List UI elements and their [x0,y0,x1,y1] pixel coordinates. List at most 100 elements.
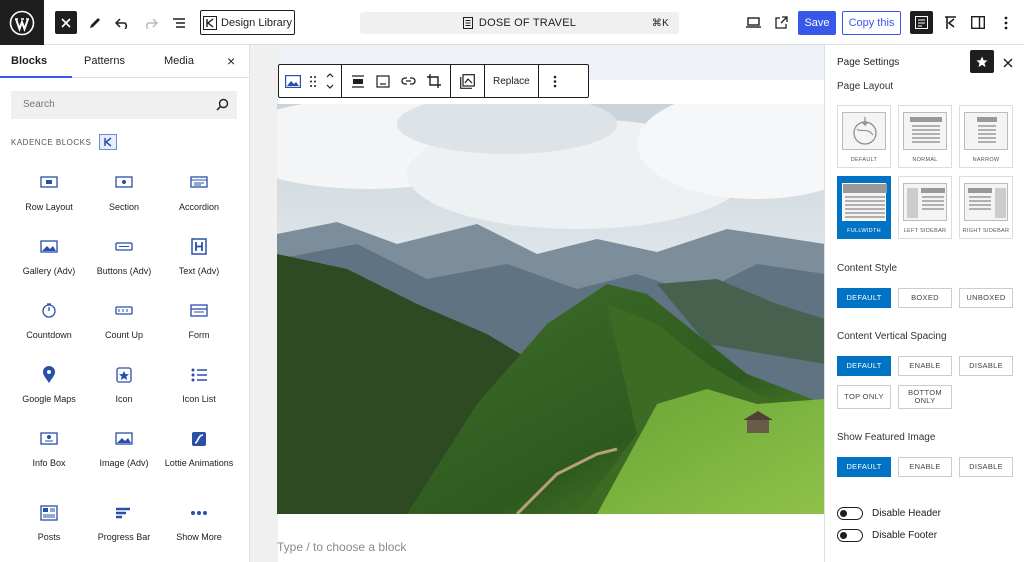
document-title: DOSE OF TRAVEL [478,17,577,29]
block-buttons-adv[interactable]: Buttons (Adv) [86,236,162,276]
page-settings-title: Page Settings [837,57,900,68]
featured-image-disable-button[interactable]: DISABLE [959,457,1013,477]
vertical-spacing-label: Content Vertical Spacing [837,331,947,342]
kadence-toggle-button[interactable] [941,11,959,34]
block-label: Posts [37,532,61,542]
block-label: Section [108,202,140,212]
block-icon[interactable]: Icon [86,364,162,404]
design-library-button[interactable]: Design Library [200,10,295,35]
tab-media[interactable]: Media [164,45,194,78]
wordpress-logo-icon[interactable] [0,0,44,45]
layout-left-sidebar[interactable]: LEFT SIDEBAR [898,176,952,239]
disable-footer-row[interactable]: Disable Footer [837,529,937,542]
block-accordion[interactable]: Accordion [161,172,237,212]
options-button[interactable] [998,11,1014,34]
block-form[interactable]: Form [161,300,237,340]
layout-thumbnail-icon [964,183,1008,221]
block-label: Info Box [32,458,66,468]
block-icon-list[interactable]: Icon List [161,364,237,404]
block-options-button[interactable] [539,65,571,97]
settings-sidebar-button[interactable] [969,11,987,34]
block-countdown[interactable]: Countdown [11,300,87,340]
layout-default[interactable]: DEFAULT [837,105,891,168]
drag-handle-icon[interactable] [309,75,317,88]
spacing-default-button[interactable]: DEFAULT [837,356,891,376]
text-heading-icon [161,236,237,258]
block-section[interactable]: Section [86,172,162,212]
kadence-icon [203,15,218,30]
close-inserter-icon[interactable]: × [227,45,235,78]
gallery-icon [11,236,87,258]
close-panel-button[interactable] [1003,55,1013,73]
layout-thumbnail-icon [903,112,947,150]
disable-footer-toggle[interactable] [837,529,863,542]
copy-this-button[interactable]: Copy this [842,11,901,35]
document-overview-button[interactable] [170,11,188,34]
content-style-unboxed-button[interactable]: UNBOXED [959,288,1013,308]
edit-tools-button[interactable] [86,11,104,34]
layout-thumbnail-icon [842,183,887,221]
search-placeholder: Search [23,99,55,110]
favorite-button[interactable] [970,50,994,73]
search-input[interactable]: Search [11,91,237,119]
disable-header-toggle[interactable] [837,507,863,520]
spacing-bottom-only-button[interactable]: BOTTOM ONLY [898,385,952,409]
document-title-bar[interactable]: DOSE OF TRAVEL ⌘K [360,12,679,34]
kadence-settings-button[interactable] [910,11,933,34]
content-style-boxed-button[interactable]: BOXED [898,288,952,308]
block-editor: Design Library DOSE OF TRAVEL ⌘K Save Co… [0,0,1024,562]
external-link-icon [774,16,788,29]
undo-button[interactable] [113,11,131,34]
block-image-adv[interactable]: Image (Adv) [86,428,162,468]
info-box-icon [11,428,87,450]
block-show-more[interactable]: Show More [161,502,237,542]
content-style-default-button[interactable]: DEFAULT [837,288,891,308]
layout-right-sidebar[interactable]: RIGHT SIDEBAR [959,176,1013,239]
align-icon[interactable] [351,74,365,88]
crop-icon[interactable] [427,74,441,88]
caption-icon[interactable] [376,74,390,88]
block-google-maps[interactable]: Google Maps [11,364,87,404]
spacing-disable-button[interactable]: DISABLE [959,356,1013,376]
featured-image-default-button[interactable]: DEFAULT [837,457,891,477]
featured-image-enable-button[interactable]: ENABLE [898,457,952,477]
image-block-icon[interactable] [285,74,301,88]
close-inserter-button[interactable] [55,11,77,34]
link-icon[interactable] [401,76,416,86]
view-page-button[interactable] [772,11,790,34]
image-block-toolbar: Replace [278,64,589,98]
block-label: Lottie Animations [164,458,234,468]
overlay-text-icon[interactable] [460,73,475,89]
featured-mountain-image[interactable] [277,104,825,514]
block-progress-bar[interactable]: Progress Bar [86,502,162,542]
disable-footer-label: Disable Footer [872,530,938,541]
disable-header-row[interactable]: Disable Header [837,507,941,520]
icon-list-icon [161,364,237,386]
block-gallery-adv[interactable]: Gallery (Adv) [11,236,87,276]
move-up-down-icon[interactable] [325,70,335,92]
top-toolbar: Design Library DOSE OF TRAVEL ⌘K Save Co… [0,0,1024,45]
layout-fullwidth[interactable]: FULLWIDTH [837,176,891,239]
tab-patterns[interactable]: Patterns [84,45,125,78]
kadence-logo-icon [99,134,118,150]
block-count-up[interactable]: Count Up [86,300,162,340]
block-lottie-animations[interactable]: Lottie Animations [161,428,237,468]
spacing-enable-button[interactable]: ENABLE [898,356,952,376]
layout-normal[interactable]: NORMAL [898,105,952,168]
spacing-top-only-button[interactable]: TOP ONLY [837,385,891,409]
preview-device-button[interactable] [744,11,762,34]
show-more-icon [161,502,237,524]
save-button[interactable]: Save [798,11,836,35]
progress-bar-icon [86,502,162,524]
layout-narrow[interactable]: NARROW [959,105,1013,168]
block-text-adv[interactable]: Text (Adv) [161,236,237,276]
block-placeholder-text[interactable]: Type / to choose a block [277,540,406,554]
block-label: Text (Adv) [178,266,220,276]
tab-blocks[interactable]: Blocks [0,45,72,78]
block-posts[interactable]: Posts [11,502,87,542]
block-row-layout[interactable]: Row Layout [11,172,87,212]
replace-button[interactable]: Replace [485,65,539,97]
redo-button[interactable] [141,11,159,34]
block-info-box[interactable]: Info Box [11,428,87,468]
page-settings-panel: Page Settings Page Layout DEFAULT NORMAL N… [824,45,1024,562]
